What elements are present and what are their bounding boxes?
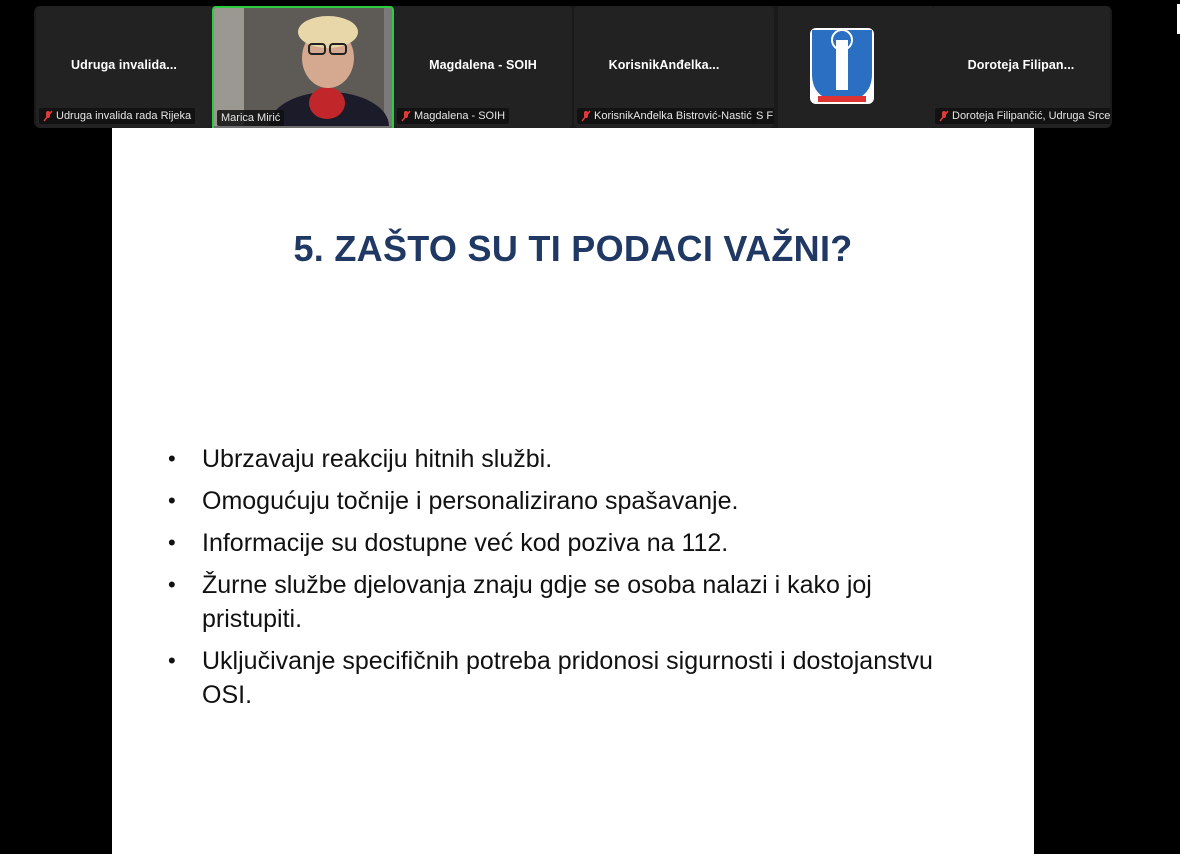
- participant-name: KorisnikAnđelka...: [608, 58, 720, 72]
- slide-title: 5. ZAŠTO SU TI PODACI VAŽNI?: [293, 228, 853, 269]
- participant-label: Magdalena - SOIH: [397, 108, 510, 124]
- participant-label-extra: S F: [752, 108, 774, 124]
- mic-muted-icon: [939, 110, 949, 122]
- participant-label: KorisnikAnđelka Bistrović-Nastić: [577, 108, 756, 124]
- bullet-item: Ubrzavaju reakciju hitnih službi.: [168, 442, 968, 476]
- participant-label: Marica Mirić: [217, 110, 285, 126]
- participant-name: Doroteja Filipan...: [967, 58, 1075, 72]
- participant-tile[interactable]: Magdalena - SOIH Magdalena - SOIH: [394, 6, 572, 128]
- city-logo-icon: [810, 28, 874, 104]
- participant-video: [214, 8, 392, 130]
- bullet-item: Uključivanje specifičnih potreba pridono…: [168, 644, 968, 712]
- bullet-list: Ubrzavaju reakciju hitnih službi. Omoguć…: [168, 442, 968, 720]
- mic-muted-icon: [401, 110, 411, 122]
- mic-muted-icon: [581, 110, 591, 122]
- bullet-item: Žurne službe djelovanja znaju gdje se os…: [168, 568, 968, 636]
- participant-tile[interactable]: Udruga invalida... Udruga invalida rada …: [36, 6, 212, 128]
- mic-muted-icon: [43, 110, 53, 122]
- participant-tile[interactable]: [778, 6, 932, 128]
- participant-label: Udruga invalida rada Rijeka: [39, 108, 196, 124]
- participant-video-tile[interactable]: Marica Mirić: [212, 6, 394, 132]
- participant-name: Udruga invalida...: [71, 58, 177, 72]
- participant-tile[interactable]: Doroteja Filipan... Doroteja Filipančić,…: [932, 6, 1110, 128]
- bullet-item: Omogućuju točnije i personalizirano spaš…: [168, 484, 968, 518]
- bullet-item: Informacije su dostupne već kod poziva n…: [168, 526, 968, 560]
- participant-name: Magdalena - SOIH: [429, 58, 537, 72]
- participant-label: Doroteja Filipančić, Udruga Srce: [935, 108, 1110, 124]
- shared-slide: 5. ZAŠTO SU TI PODACI VAŽNI? Ubrzavaju r…: [112, 128, 1034, 854]
- participant-tile[interactable]: KorisnikAnđelka... KorisnikAnđelka Bistr…: [574, 6, 774, 128]
